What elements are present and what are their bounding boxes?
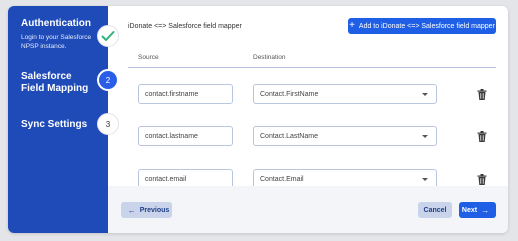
source-value: contact.lastname: [145, 132, 198, 140]
step-description: Login to your Salesforce NPSP instance.: [21, 34, 92, 50]
check-icon: [101, 31, 115, 41]
add-mapping-button[interactable]: + Add to iDonate <=> Salesforce field ma…: [348, 18, 496, 34]
cancel-label: Cancel: [423, 206, 447, 214]
arrow-left-icon: ←: [127, 205, 136, 215]
destination-select[interactable]: Contact.FirstName: [253, 84, 437, 104]
next-label: Next: [461, 206, 478, 214]
trash-icon[interactable]: [477, 174, 487, 185]
mapping-row: contact.firstname Contact.FirstName: [128, 74, 508, 114]
destination-value: Contact.LastName: [260, 132, 318, 140]
cancel-button[interactable]: Cancel: [418, 202, 452, 218]
arrow-right-icon: →: [481, 205, 490, 215]
previous-label: Previous: [139, 206, 170, 214]
next-button[interactable]: Next →: [459, 202, 496, 218]
step-authentication[interactable]: Authentication Login to your Salesforce …: [21, 18, 93, 51]
wizard-card: Authentication Login to your Salesforce …: [8, 6, 508, 233]
page-title: iDonate <=> Salesforce field mapper: [128, 23, 242, 30]
source-value: contact.firstname: [145, 90, 199, 98]
step-active-marker: 2: [97, 69, 119, 91]
chevron-down-icon: [422, 93, 428, 96]
step-sync-settings[interactable]: Sync Settings: [21, 119, 91, 131]
add-mapping-label: Add to iDonate <=> Salesforce field mapp…: [358, 22, 495, 30]
step-complete-marker: [97, 25, 119, 47]
source-field-input[interactable]: contact.firstname: [138, 84, 233, 104]
mapping-row: contact.lastname Contact.LastName: [128, 116, 508, 156]
plus-icon: +: [349, 20, 355, 31]
column-header-source: Source: [138, 54, 159, 61]
wizard-footer: ← Previous Cancel Next →: [108, 186, 508, 233]
step-title: Authentication: [21, 18, 91, 29]
step-field-mapping[interactable]: Salesforce Field Mapping: [21, 71, 91, 95]
mapping-row: contact.email Contact.Email: [128, 159, 508, 186]
chevron-down-icon: [422, 135, 428, 138]
source-field-input[interactable]: contact.lastname: [138, 126, 233, 146]
destination-select[interactable]: Contact.LastName: [253, 126, 437, 146]
destination-value: Contact.FirstName: [260, 90, 319, 98]
chevron-down-icon: [422, 178, 428, 181]
step-title: Sync Settings: [21, 119, 88, 130]
trash-icon[interactable]: [477, 131, 487, 142]
mapping-list[interactable]: contact.firstname Contact.FirstName cont…: [128, 68, 508, 186]
source-field-input[interactable]: contact.email: [138, 169, 233, 186]
step-title: Salesforce Field Mapping: [21, 71, 89, 94]
trash-icon[interactable]: [477, 89, 487, 100]
steps-sidebar: Authentication Login to your Salesforce …: [8, 6, 108, 233]
previous-button[interactable]: ← Previous: [121, 202, 172, 218]
destination-select[interactable]: Contact.Email: [253, 169, 437, 186]
column-header-destination: Destination: [253, 54, 286, 61]
destination-value: Contact.Email: [260, 175, 304, 183]
step-pending-marker: 3: [97, 113, 119, 135]
source-value: contact.email: [145, 175, 187, 183]
